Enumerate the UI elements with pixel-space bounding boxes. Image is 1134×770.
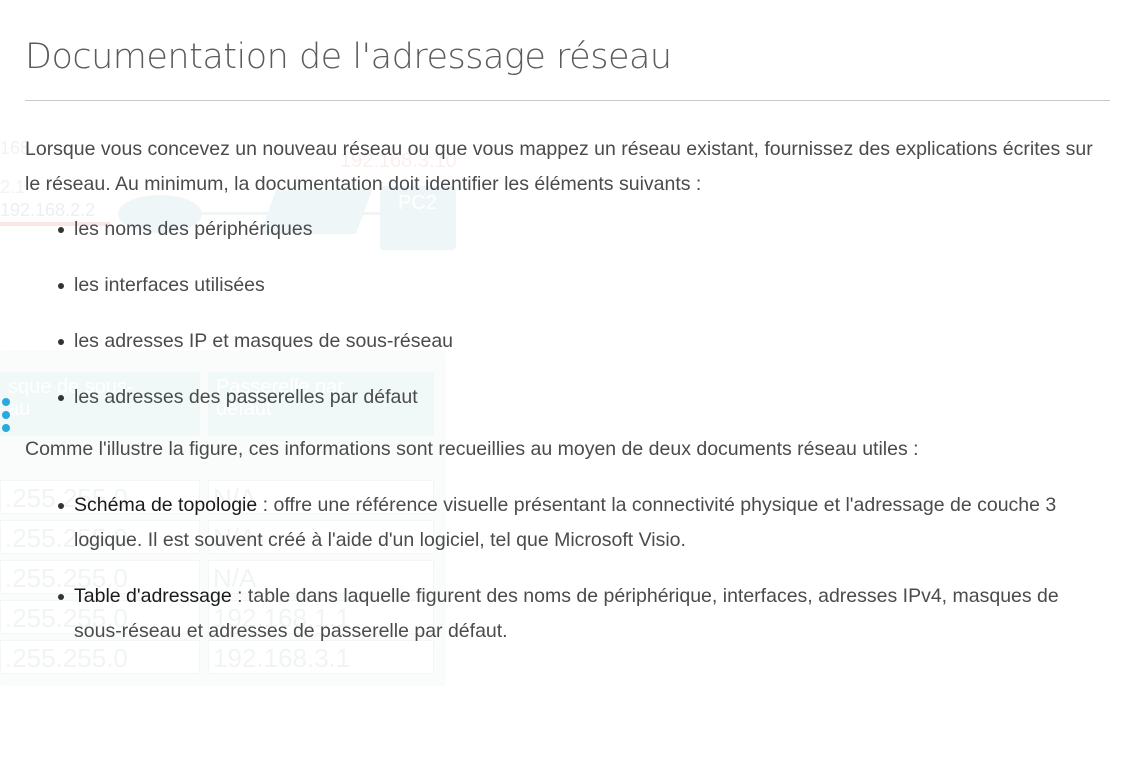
list-item: les noms des périphériques — [25, 212, 1110, 247]
term-label: Table d'adressage — [74, 585, 232, 607]
page-content: Documentation de l'adressage réseau Lors… — [0, 0, 1134, 649]
documents-list: Schéma de topologie : offre une référenc… — [25, 488, 1110, 649]
page-title: Documentation de l'adressage réseau — [25, 37, 672, 77]
list-item: les adresses des passerelles par défaut — [25, 380, 1110, 415]
title-divider — [25, 100, 1110, 101]
intro-paragraph: Lorsque vous concevez un nouveau réseau … — [25, 138, 1093, 195]
list-item-topology: Schéma de topologie : offre une référenc… — [25, 488, 1110, 558]
list-item: les interfaces utilisées — [25, 268, 1110, 303]
term-label: Schéma de topologie — [74, 494, 258, 516]
figure-intro-paragraph: Comme l'illustre la figure, ces informat… — [25, 438, 919, 460]
list-item: les adresses IP et masques de sous-résea… — [25, 324, 1110, 359]
elements-list: les noms des périphériques les interface… — [25, 212, 1110, 415]
list-item-addressing-table: Table d'adressage : table dans laquelle … — [25, 579, 1110, 649]
